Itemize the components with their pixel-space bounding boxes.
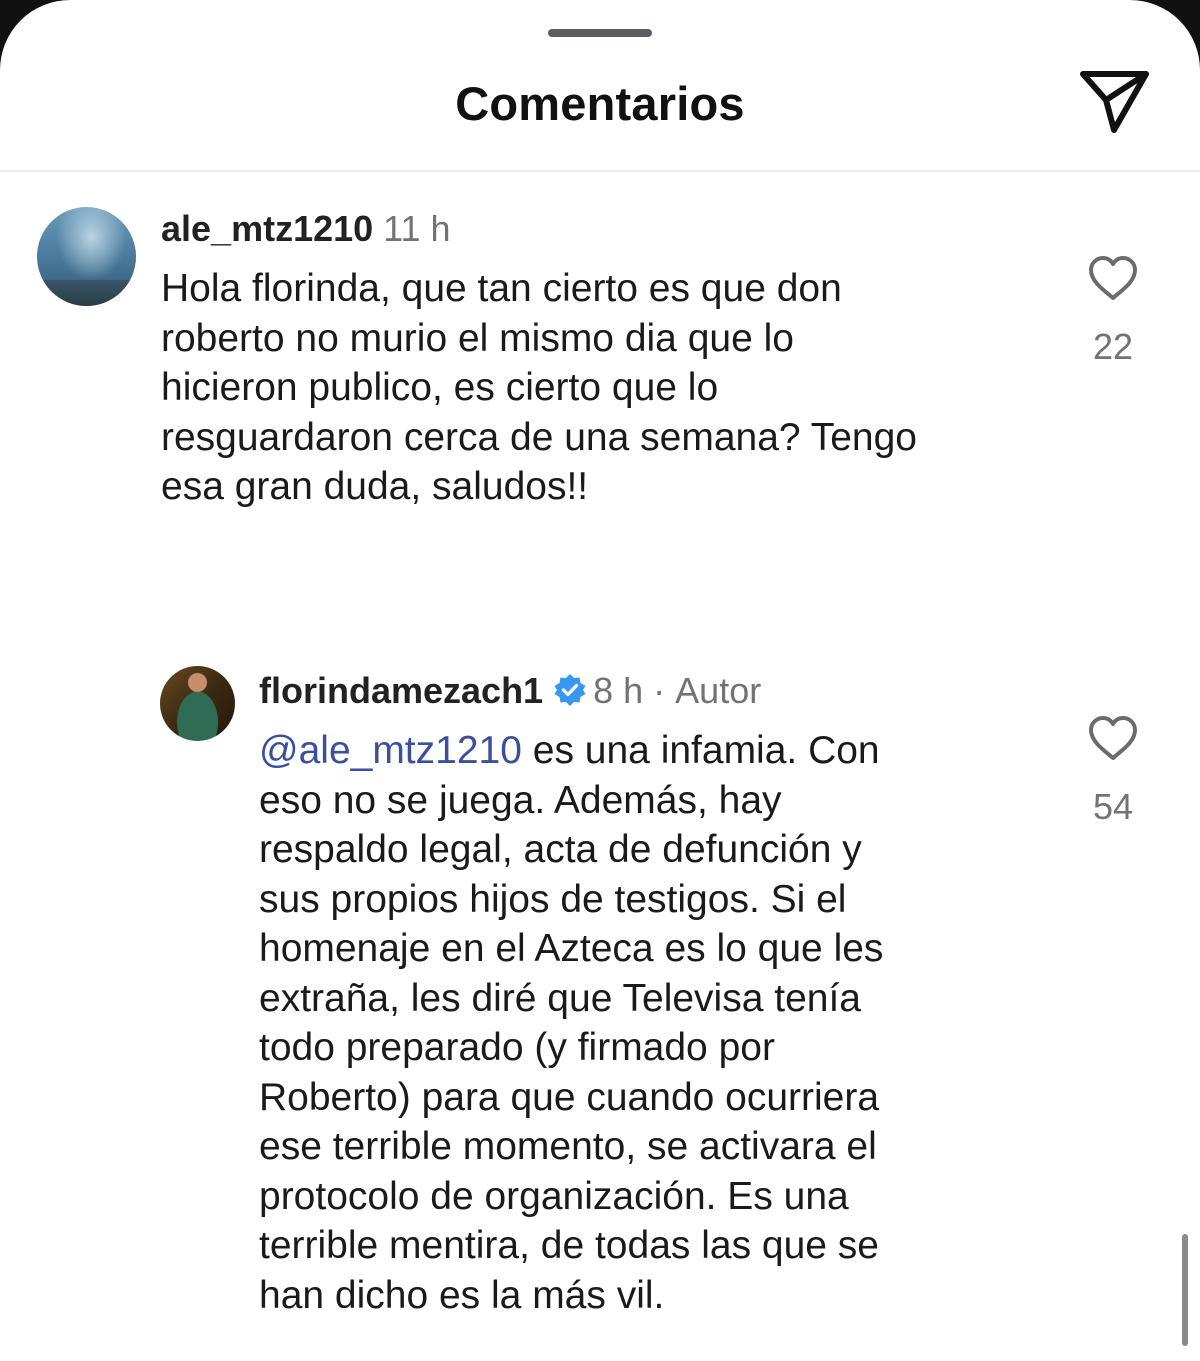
like-count: 54 — [1092, 786, 1134, 827]
comment-header: ale_mtz1210 11 h — [161, 208, 451, 250]
author-label: Autor — [675, 670, 762, 711]
comment-timestamp: 11 h — [383, 208, 451, 249]
comment-text: @ale_mtz1210 es una infamia. Con eso no … — [259, 726, 1079, 1320]
page-title: Comentarios — [455, 77, 745, 130]
comment-header: florindamezach1 8 h · Autor — [259, 670, 761, 712]
comment-body: es una infamia. Con eso no se juega. Ade… — [259, 729, 884, 1317]
verified-badge-icon — [554, 674, 586, 706]
avatar[interactable] — [160, 666, 235, 741]
scrollbar[interactable] — [1182, 1234, 1188, 1346]
mention-link[interactable]: @ale_mtz1210 — [259, 729, 522, 772]
like-group: 22 — [1073, 254, 1153, 368]
comment-timestamp: 8 h — [593, 670, 644, 711]
username-link[interactable]: florindamezach1 — [259, 670, 543, 711]
like-group: 54 — [1073, 714, 1153, 828]
sheet-grabber-handle[interactable] — [548, 29, 652, 37]
heart-icon[interactable] — [1087, 714, 1139, 762]
username-link[interactable]: ale_mtz1210 — [161, 208, 373, 249]
comment-text: Hola florinda, que tan cierto es que don… — [161, 267, 917, 508]
like-count: 22 — [1092, 326, 1134, 367]
heart-icon[interactable] — [1087, 254, 1139, 302]
meta-separator: · — [653, 670, 666, 711]
avatar[interactable] — [37, 207, 136, 306]
share-button[interactable] — [1076, 68, 1152, 138]
header-divider — [0, 170, 1200, 172]
send-paper-plane-icon — [1080, 71, 1149, 133]
comments-sheet: Comentarios ale_mtz1210 11 h Hola florin… — [0, 0, 1200, 1361]
